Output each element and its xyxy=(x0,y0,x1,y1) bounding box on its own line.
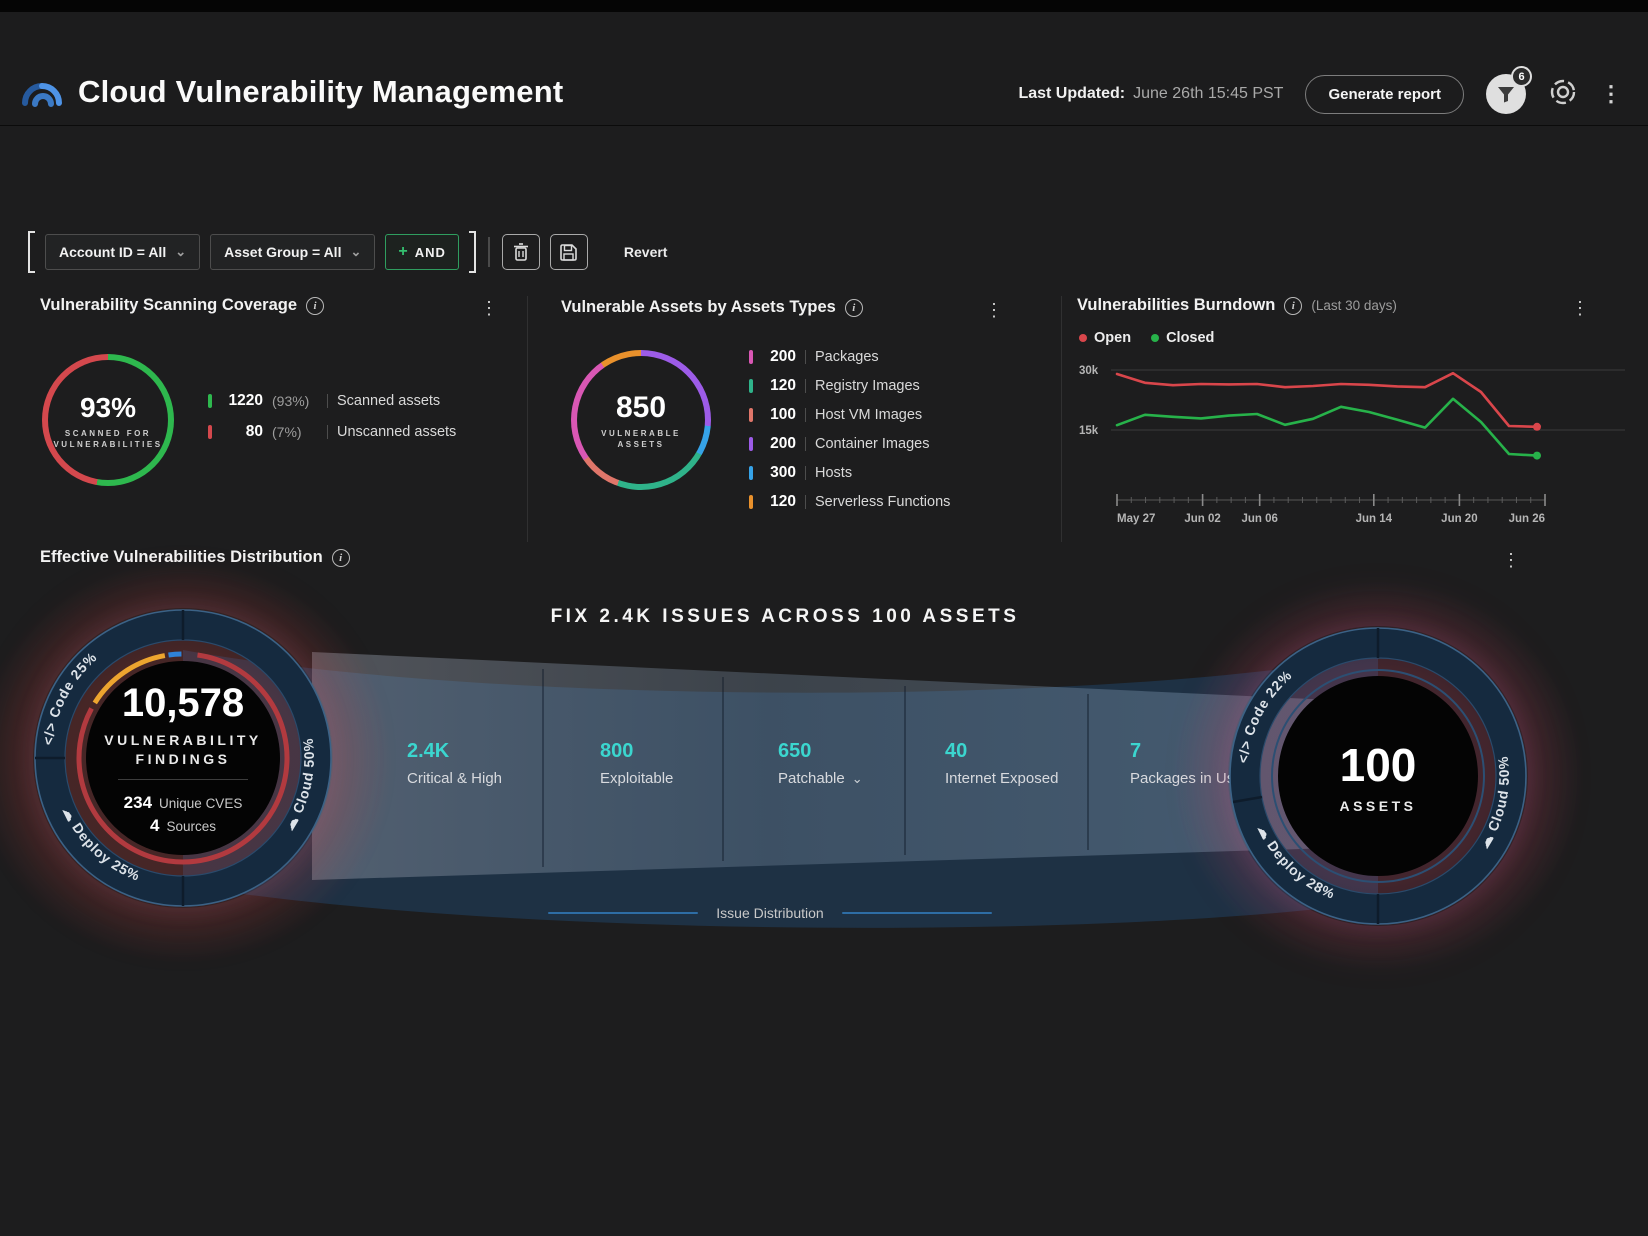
issue-distribution-label: Issue Distribution xyxy=(716,905,823,921)
series-closed xyxy=(1117,399,1537,456)
header-kebab-menu-icon[interactable]: ⋮ xyxy=(1600,83,1622,105)
filter-close-bracket xyxy=(469,231,476,273)
decorative-line xyxy=(842,912,992,914)
panel-title: Vulnerabilities Burndown xyxy=(1077,296,1275,315)
y-axis-label: 30k xyxy=(1079,365,1099,377)
trash-icon xyxy=(513,243,529,261)
scanning-coverage-donut-chart: 93% SCANNED FOR VULNERABILITIES xyxy=(42,354,174,486)
stat-internet-exposed: 40 Internet Exposed xyxy=(945,740,1058,787)
donut-center-value: 850 xyxy=(616,391,666,425)
x-axis-label: Jun 02 xyxy=(1184,513,1220,525)
filter-chip-account-id[interactable]: Account ID = All ⌄ xyxy=(45,234,200,270)
x-axis-label: Jun 20 xyxy=(1441,513,1477,525)
revert-button[interactable]: Revert xyxy=(624,244,668,260)
assets-gauge: </> Code 22% ☁ Cloud 50% ☁ Deploy 28% 10… xyxy=(1228,626,1528,926)
panel-divider xyxy=(527,296,528,542)
info-icon[interactable]: i xyxy=(1284,297,1302,315)
patchable-dropdown[interactable]: Patchable ⌄ xyxy=(778,770,863,787)
panel-divider xyxy=(1061,296,1062,542)
panel-scanning-coverage: Vulnerability Scanning Coverage i ⋮ 93% … xyxy=(40,296,512,315)
filter-button[interactable]: 6 xyxy=(1486,74,1526,114)
gauge-center-content: 10,578 VULNERABILITY FINDINGS 234 Unique… xyxy=(83,658,283,858)
chevron-down-icon: ⌄ xyxy=(175,248,186,256)
chevron-down-icon: ⌄ xyxy=(852,776,863,782)
issue-distribution-footer: Issue Distribution xyxy=(500,905,1040,921)
app-logo-icon xyxy=(20,72,64,117)
legend-item: 120 Registry Images xyxy=(749,377,950,395)
legend-item: 200 Container Images xyxy=(749,435,950,453)
filter-chip-asset-group[interactable]: Asset Group = All ⌄ xyxy=(210,234,375,270)
top-header: Cloud Vulnerability Management Last Upda… xyxy=(0,12,1648,126)
filter-count-badge: 6 xyxy=(1511,66,1532,87)
vulnerability-findings-gauge: </> Code 25% ☁ Cloud 50% ☁ Deploy 25% 10… xyxy=(33,608,333,908)
filter-chip-label: Account ID = All xyxy=(59,244,166,260)
plus-icon: + xyxy=(398,243,408,261)
legend-toggle-open[interactable]: Open xyxy=(1079,330,1131,346)
legend-item: 1220 (93%) Scanned assets xyxy=(208,392,456,410)
filter-divider xyxy=(488,237,490,267)
funnel-icon xyxy=(1497,86,1515,103)
delete-filter-button[interactable] xyxy=(502,234,540,270)
panel-title: Vulnerability Scanning Coverage xyxy=(40,296,297,315)
last-updated-value: June 26th 15:45 PST xyxy=(1133,85,1283,103)
scanning-coverage-legend: 1220 (93%) Scanned assets 80 (7%) Unscan… xyxy=(208,392,456,441)
info-icon[interactable]: i xyxy=(845,299,863,317)
filter-bar: Account ID = All ⌄ Asset Group = All ⌄ +… xyxy=(28,232,667,272)
x-axis-label: Jun 06 xyxy=(1241,513,1277,525)
assets-by-type-donut-chart: 850 VULNERABLE ASSETS xyxy=(571,350,711,490)
sync-settings-icon[interactable] xyxy=(1548,77,1578,112)
y-axis-label: 15k xyxy=(1079,425,1099,437)
donut-center-value: 93% xyxy=(80,392,136,424)
panel-kebab-menu-icon[interactable]: ⋮ xyxy=(480,298,498,319)
generate-report-button[interactable]: Generate report xyxy=(1305,75,1464,114)
panel-assets-by-type: Vulnerable Assets by Assets Types i ⋮ 85… xyxy=(561,298,1047,317)
filter-open-bracket xyxy=(28,231,35,273)
sources-stat: 4 Sources xyxy=(150,816,216,836)
x-axis-label: Jun 14 xyxy=(1356,513,1393,525)
burndown-legend: Open Closed xyxy=(1079,330,1214,346)
stat-packages-in-use: 7 Packages in Use xyxy=(1130,740,1243,787)
gauge-center-content: 100 ASSETS xyxy=(1278,676,1478,876)
series-end-dot xyxy=(1533,423,1541,431)
legend-item: 200 Packages xyxy=(749,348,950,366)
decorative-line xyxy=(548,912,698,914)
divider xyxy=(118,779,248,780)
x-axis-label: Jun 26 xyxy=(1509,513,1545,525)
series-end-dot xyxy=(1533,452,1541,460)
assets-value: 100 xyxy=(1340,738,1417,792)
last-updated-label: Last Updated: xyxy=(1018,85,1125,103)
filter-chip-label: Asset Group = All xyxy=(224,244,341,260)
panel-subtitle: (Last 30 days) xyxy=(1311,298,1397,313)
legend-item: 120 Serverless Functions xyxy=(749,493,950,511)
unique-cves-stat: 234 Unique CVES xyxy=(124,793,243,813)
page-title: Cloud Vulnerability Management xyxy=(78,74,563,110)
app-root: Cloud Vulnerability Management Last Upda… xyxy=(0,0,1648,1236)
assets-by-type-legend: 200 Packages 120 Registry Images 100 Hos… xyxy=(749,348,950,511)
last-updated: Last Updated: June 26th 15:45 PST xyxy=(1018,85,1283,103)
legend-item: 100 Host VM Images xyxy=(749,406,950,424)
add-and-filter-button[interactable]: + AND xyxy=(385,234,459,270)
save-filter-button[interactable] xyxy=(550,234,588,270)
panel-kebab-menu-icon[interactable]: ⋮ xyxy=(1571,298,1589,319)
header-actions: Last Updated: June 26th 15:45 PST Genera… xyxy=(1018,70,1622,118)
stat-exploitable: 800 Exploitable xyxy=(600,740,673,787)
save-floppy-icon xyxy=(560,244,577,261)
panel-burndown: Vulnerabilities Burndown i (Last 30 days… xyxy=(1077,296,1633,315)
info-icon[interactable]: i xyxy=(306,297,324,315)
stat-patchable: 650 Patchable ⌄ xyxy=(778,740,863,787)
burndown-line-chart: 30k 15k May 27 Jun 02 Jun 06 Jun 14 Jun 20 Jun … xyxy=(1077,354,1633,532)
legend-toggle-closed[interactable]: Closed xyxy=(1151,330,1214,346)
chevron-down-icon: ⌄ xyxy=(350,248,361,256)
legend-item: 80 (7%) Unscanned assets xyxy=(208,423,456,441)
legend-item: 300 Hosts xyxy=(749,464,950,482)
panel-kebab-menu-icon[interactable]: ⋮ xyxy=(985,300,1003,321)
panel-title: Vulnerable Assets by Assets Types xyxy=(561,298,836,317)
series-open xyxy=(1117,373,1537,427)
stat-critical-high: 2.4K Critical & High xyxy=(407,740,502,787)
x-axis-label: May 27 xyxy=(1117,513,1155,525)
vulnerability-findings-value: 10,578 xyxy=(122,681,244,726)
